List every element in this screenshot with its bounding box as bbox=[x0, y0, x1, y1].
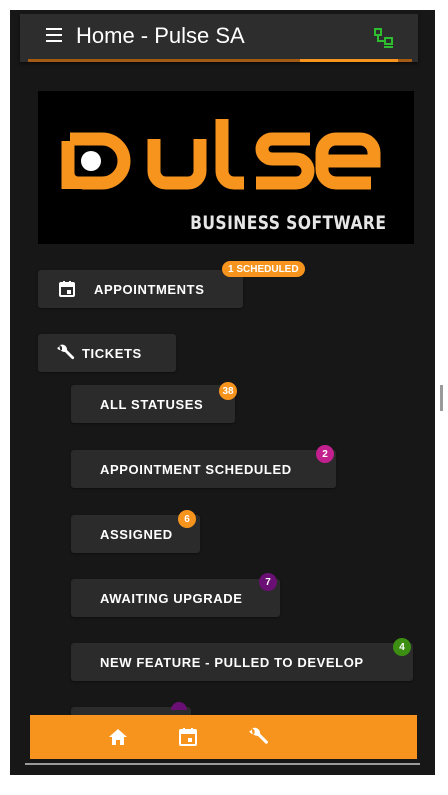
toolbar-underline bbox=[28, 59, 412, 62]
status-label: AWAITING UPGRADE bbox=[100, 590, 243, 606]
wrench-icon[interactable] bbox=[248, 726, 270, 748]
status-count-badge: 4 bbox=[393, 638, 411, 656]
scrollbar[interactable] bbox=[440, 385, 443, 411]
appointments-badge: 1 SCHEDULED bbox=[222, 261, 305, 277]
status-label: ASSIGNED bbox=[100, 526, 173, 542]
tickets-label: TICKETS bbox=[82, 345, 142, 361]
menu-icon[interactable] bbox=[46, 28, 62, 42]
status-label: ALL STATUSES bbox=[100, 396, 204, 412]
logo-tagline: BUSINESS SOFTWARE bbox=[189, 212, 386, 234]
pulse-logo: BUSINESS SOFTWARE bbox=[38, 91, 414, 244]
app-toolbar: Home - Pulse SA bbox=[20, 14, 418, 62]
network-icon[interactable] bbox=[372, 28, 396, 50]
status-all-statuses-button[interactable]: ALL STATUSES bbox=[71, 385, 235, 423]
pulse-wordmark bbox=[58, 119, 381, 215]
status-new-feature-button[interactable]: NEW FEATURE - PULLED TO DEVELOP bbox=[71, 643, 413, 681]
status-appointment-scheduled-button[interactable]: APPOINTMENT SCHEDULED bbox=[71, 450, 336, 488]
bottom-divider bbox=[25, 763, 420, 765]
wrench-icon bbox=[57, 344, 75, 360]
status-count-badge: 38 bbox=[219, 382, 237, 400]
page-title: Home - Pulse SA bbox=[76, 23, 245, 48]
appointments-button[interactable]: APPOINTMENTS bbox=[38, 270, 243, 308]
status-count-badge: 7 bbox=[259, 573, 277, 591]
status-label: APPOINTMENT SCHEDULED bbox=[100, 461, 292, 477]
status-count-badge: 6 bbox=[178, 510, 196, 528]
status-label: NEW FEATURE - PULLED TO DEVELOP bbox=[100, 654, 364, 670]
status-count-badge: 2 bbox=[316, 445, 334, 463]
bottom-nav bbox=[30, 715, 417, 759]
appointments-label: APPOINTMENTS bbox=[94, 281, 205, 297]
status-awaiting-upgrade-button[interactable]: AWAITING UPGRADE bbox=[71, 579, 280, 617]
calendar-icon[interactable] bbox=[177, 726, 199, 748]
calendar-icon bbox=[59, 281, 75, 297]
home-icon[interactable] bbox=[107, 726, 129, 748]
toolbar-underline-active bbox=[300, 59, 398, 62]
tickets-button[interactable]: TICKETS bbox=[38, 334, 176, 372]
